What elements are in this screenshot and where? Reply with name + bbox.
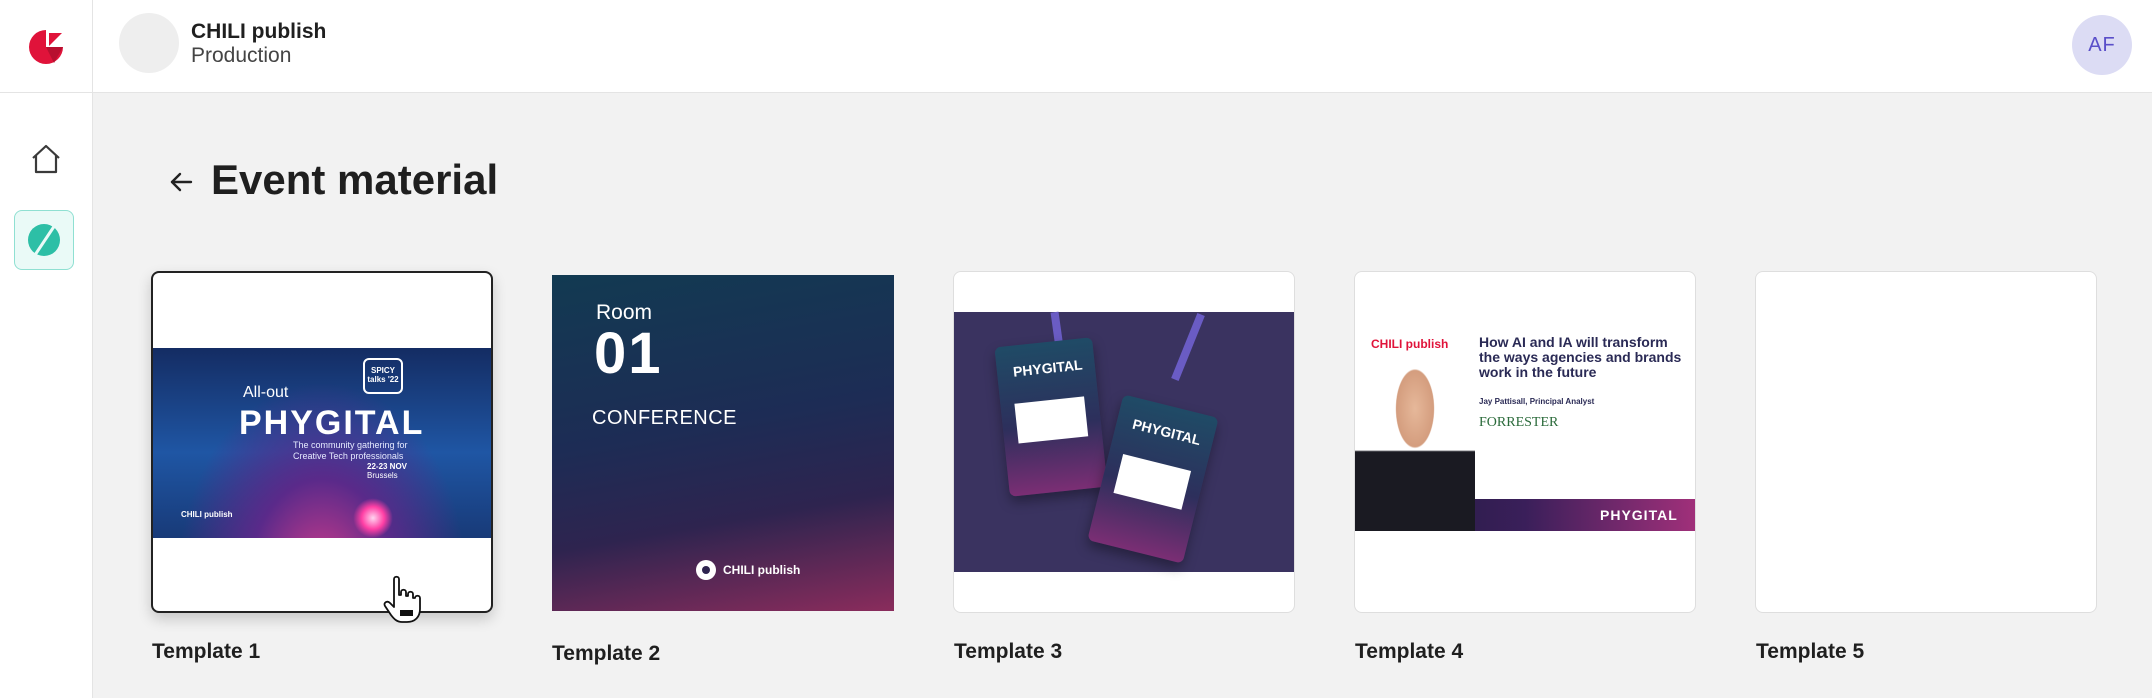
left-rail: [0, 93, 93, 698]
template-thumbnail: PHYGITAL PHYGITAL: [954, 311, 1294, 572]
smart-templates-icon: [28, 224, 60, 256]
thumb-logo-text: CHILI publish: [723, 563, 801, 577]
thumb-date-text: 22-23 NOV: [367, 462, 408, 471]
template-card-3[interactable]: PHYGITAL PHYGITAL: [953, 271, 1295, 613]
chili-logo-icon: [29, 29, 63, 64]
thumb-kicker: All-out: [243, 384, 289, 401]
top-bar: CHILI publish Production AF: [0, 0, 2152, 93]
template-label-3[interactable]: Template 3: [954, 640, 1062, 664]
thumb-glow: [353, 498, 393, 538]
back-button[interactable]: [162, 163, 200, 201]
badge-title: PHYGITAL: [1012, 356, 1084, 380]
hand-pointer-cursor-icon: [383, 575, 421, 623]
thumb-logo: CHILI publish: [694, 558, 800, 582]
thumb-headline: How AI and IA will transform the ways ag…: [1479, 334, 1682, 380]
badge-name-area: [1014, 396, 1089, 444]
template-label-1[interactable]: Template 1: [152, 640, 260, 664]
thumb-city: Brussels: [367, 471, 398, 480]
environment-avatar: [119, 13, 179, 73]
chili-mark-icon: [696, 560, 716, 580]
template-label-5[interactable]: Template 5: [1756, 640, 1864, 664]
badge-title: PHYGITAL: [1130, 415, 1203, 449]
spicy-talks-badge: SPICY talks '22: [363, 358, 403, 394]
badge-name-area: [1113, 454, 1192, 510]
thumb-date: 22-23 NOV Brussels: [367, 462, 407, 480]
template-card-4[interactable]: CHILI publish How AI and IA will transfo…: [1354, 271, 1696, 613]
lanyard-strap: [1171, 313, 1205, 381]
thumb-headline: PHYGITAL: [239, 404, 425, 442]
badge-mockup: PHYGITAL: [994, 337, 1108, 497]
home-icon: [32, 144, 60, 174]
template-card-5[interactable]: [1755, 271, 2097, 613]
user-avatar[interactable]: AF: [2072, 15, 2132, 75]
badge-mockup: PHYGITAL: [1087, 394, 1219, 564]
thumb-event: PHYGITAL: [1600, 507, 1678, 523]
page-title: Event material: [211, 156, 499, 203]
template-thumbnail: SPICY talks '22 All-out PHYGITAL The com…: [153, 348, 491, 538]
thumb-conference: CONFERENCE: [592, 407, 738, 429]
thumb-room-number: 01: [594, 321, 663, 386]
nav-smart-templates[interactable]: [14, 210, 74, 270]
template-card-1[interactable]: SPICY talks '22 All-out PHYGITAL The com…: [151, 271, 493, 613]
thumb-logo: CHILI publish: [181, 510, 233, 519]
template-thumbnail: CHILI publish How AI and IA will transfo…: [1355, 311, 1695, 531]
thumb-speaker: Jay Pattisall, Principal Analyst: [1479, 397, 1595, 406]
template-label-2[interactable]: Template 2: [552, 642, 660, 666]
template-card-2[interactable]: Room 01 CONFERENCE CHILI publish: [552, 275, 894, 611]
brand-name: CHILI publish: [191, 20, 327, 43]
app-logo-cell[interactable]: [0, 0, 93, 93]
nav-home[interactable]: [23, 136, 69, 182]
speaker-photo: [1355, 351, 1475, 531]
thumb-subtitle: The community gathering for Creative Tec…: [293, 440, 408, 461]
environment-name: Production: [191, 44, 292, 67]
arrow-left-icon: [170, 172, 193, 192]
thumb-company: FORRESTER: [1479, 415, 1559, 430]
thumb-logo: CHILI publish: [1371, 337, 1449, 351]
template-label-4[interactable]: Template 4: [1355, 640, 1463, 664]
